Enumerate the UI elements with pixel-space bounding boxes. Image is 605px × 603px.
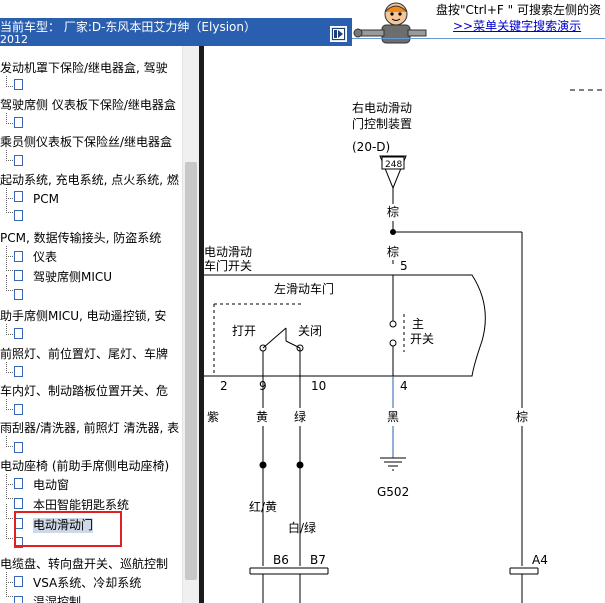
pin-4: 4 [400, 379, 408, 393]
arrow-right-icon [332, 28, 345, 40]
wire-white-green: 白/绿 [288, 520, 316, 535]
wire-purple: 紫 [207, 410, 219, 424]
switch-label2: 车门开关 [204, 258, 252, 273]
tree-item[interactable]: 温湿控制 [33, 595, 81, 603]
switch-text: 开关 [410, 332, 434, 346]
tree-item[interactable]: 电缆盘、转向盘开关、巡航控制 [0, 557, 168, 572]
wire-yellow: 黄 [256, 410, 268, 424]
tree-item[interactable]: 车内灯、制动踏板位置开关、危 [0, 384, 168, 399]
app-header: 当前车型： 厂家:D-东风本田艾力绅（Elysion） 2012 盘按"Ctrl… [0, 0, 605, 46]
selection-highlight [14, 511, 122, 547]
left-door-label: 左滑动车门 [274, 281, 334, 296]
search-hint: 盘按"Ctrl+F " 可搜索左侧的资 [436, 3, 601, 17]
tree-item[interactable]: PCM, 数据传输接头, 防盗系统 [0, 231, 161, 246]
vehicle-year: 2012 [0, 33, 28, 46]
right-unit-label2: 门控制装置 [352, 116, 412, 131]
ground-label: G502 [377, 485, 409, 499]
page-icon [14, 442, 23, 453]
tree-item[interactable]: 助手席侧MICU, 电动遥控锁, 安 [0, 309, 166, 324]
search-demo-link[interactable]: >>菜单关键字搜索演示 [453, 19, 581, 33]
tree-item[interactable]: 驾驶席侧MICU [33, 270, 112, 285]
page-icon [14, 289, 23, 300]
switch-label: 电动滑动 [204, 245, 252, 259]
tree-item[interactable]: 电动窗 [33, 478, 69, 493]
pin-2: 2 [220, 379, 228, 393]
close-label: 关闭 [298, 324, 322, 338]
tree-item[interactable]: VSA系统、冷却系统 [33, 576, 141, 591]
wire-red-yellow: 红/黄 [249, 499, 277, 514]
page-icon [14, 498, 23, 509]
right-unit-code: (20-D) [352, 140, 390, 154]
tree-item[interactable]: 起动系统, 充电系统, 点火系统, 燃 [0, 173, 179, 188]
page-icon [14, 117, 23, 128]
right-unit-label: 右电动滑动 [352, 100, 412, 115]
wire-brown-3: 棕 [516, 409, 528, 424]
page-icon [14, 576, 23, 587]
vehicle-label: 当前车型： 厂家:D-东风本田艾力绅（Elysion） [0, 20, 256, 34]
tree-item[interactable]: 电动座椅 (前助手席侧电动座椅) [0, 459, 169, 474]
wiring-diagram-svg: 右电动滑动 门控制装置 (20-D) 248 棕 棕 电动滑动 车门开关 5 左… [204, 89, 605, 603]
wiring-diagram: 右电动滑动 门控制装置 (20-D) 248 棕 棕 电动滑动 车门开关 5 左… [204, 46, 605, 603]
page-icon [14, 155, 23, 166]
page-icon [14, 596, 23, 603]
mascot-logo-icon [353, 2, 427, 44]
page-icon [14, 251, 23, 262]
tree-item[interactable]: 仪表 [33, 250, 57, 265]
tree-scrollbar[interactable] [182, 46, 199, 603]
main-label: 主 [412, 317, 424, 331]
open-label: 打开 [232, 324, 256, 338]
page-icon [14, 404, 23, 415]
page-icon [14, 270, 23, 281]
page-icon [14, 328, 23, 339]
conn-a4: A4 [532, 553, 548, 567]
tree-item[interactable]: 乘员侧仪表板下保险丝/继电器盒 [0, 135, 172, 150]
conn-b7: B7 [310, 553, 326, 567]
tree-item[interactable]: 雨刮器/清洗器, 前照灯 清洗器, 表 [0, 421, 179, 436]
pin-5: 5 [400, 259, 408, 273]
wire-black: 黑 [387, 410, 399, 424]
page-icon [14, 191, 23, 202]
scroll-thumb[interactable] [185, 162, 197, 580]
wire-brown-2: 棕 [387, 244, 399, 259]
tree-item[interactable]: 前照灯、前位置灯、尾灯、车牌 [0, 347, 168, 362]
tree-item[interactable]: PCM [33, 192, 59, 207]
tree-item[interactable]: 发动机罩下保险/继电器盒, 驾驶 [0, 61, 168, 76]
page-icon [14, 210, 23, 221]
wire-green: 绿 [294, 409, 306, 424]
wire-brown-1: 棕 [387, 204, 399, 219]
tree-item[interactable]: 驾驶席侧 仪表板下保险/继电器盒 [0, 98, 176, 113]
pin-10: 10 [311, 379, 326, 393]
page-icon [14, 478, 23, 489]
page-icon [14, 366, 23, 377]
page-icon [14, 79, 23, 90]
pin-248: 248 [385, 160, 402, 170]
conn-b6: B6 [273, 553, 289, 567]
collapse-panel-button[interactable] [330, 26, 347, 42]
